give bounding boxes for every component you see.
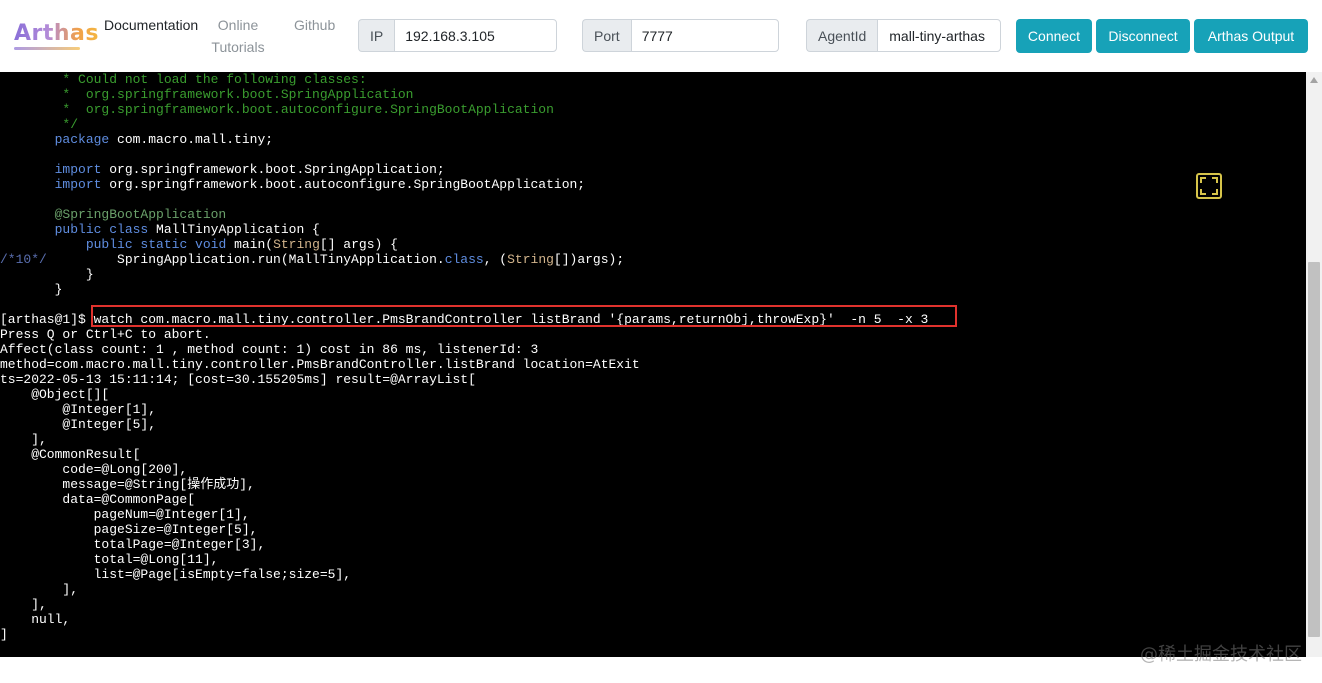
logo-underline — [14, 47, 80, 50]
source-token — [0, 177, 55, 192]
output-line: @Object[][ — [0, 387, 110, 402]
ip-field: IP 192.168.3.105 — [358, 19, 558, 52]
ip-label: IP — [358, 19, 395, 52]
port-input[interactable]: 7777 — [630, 19, 779, 52]
nav-github[interactable]: Github — [294, 14, 335, 36]
source-line: import org.springframework.boot.SpringAp… — [0, 162, 928, 177]
source-line: public class MallTinyApplication { — [0, 222, 928, 237]
source-token: * Could not load the following classes: — [0, 72, 367, 87]
source-line — [0, 192, 928, 207]
output-line: ], — [0, 597, 47, 612]
fullscreen-glyph — [1200, 177, 1218, 195]
shell-prompt: [arthas@1]$ — [0, 312, 94, 327]
output-line: @Integer[1], — [0, 402, 157, 417]
output-line: ], — [0, 582, 79, 597]
connect-button[interactable]: Connect — [1016, 19, 1092, 53]
output-line: message=@String[操作成功], — [0, 477, 255, 492]
source-token: com.macro.mall.tiny; — [109, 132, 274, 147]
source-line: package com.macro.mall.tiny; — [0, 132, 928, 147]
agentid-label: AgentId — [806, 19, 878, 52]
terminal-output: * Could not load the following classes: … — [0, 72, 928, 642]
source-line: * org.springframework.boot.autoconfigure… — [0, 102, 928, 117]
source-line: */ — [0, 117, 928, 132]
fullscreen-icon[interactable] — [1196, 173, 1222, 199]
output-line: method=com.macro.mall.tiny.controller.Pm… — [0, 357, 640, 372]
output-line: total=@Long[11], — [0, 552, 219, 567]
source-token: } — [0, 267, 94, 282]
output-line: Affect(class count: 1 , method count: 1)… — [0, 342, 539, 357]
source-token: /*10*/ — [0, 252, 47, 267]
source-token — [0, 132, 55, 147]
source-line: * org.springframework.boot.SpringApplica… — [0, 87, 928, 102]
source-token: class — [444, 252, 484, 267]
output-line: totalPage=@Integer[3], — [0, 537, 266, 552]
output-line: @CommonResult[ — [0, 447, 141, 462]
output-line: data=@CommonPage[ — [0, 492, 196, 507]
source-line: import org.springframework.boot.autoconf… — [0, 177, 928, 192]
scroll-up-arrow-icon[interactable] — [1306, 72, 1322, 88]
source-token: MallTinyApplication { — [148, 222, 320, 237]
output-line: code=@Long[200], — [0, 462, 188, 477]
source-line — [0, 147, 928, 162]
source-token: org.springframework.boot.SpringApplicati… — [101, 162, 445, 177]
output-line: ] — [0, 627, 8, 642]
output-line: Press Q or Ctrl+C to abort. — [0, 327, 211, 342]
source-line: /*10*/ SpringApplication.run(MallTinyApp… — [0, 252, 928, 267]
source-token: String — [273, 237, 320, 252]
source-line: public static void main(String[] args) { — [0, 237, 928, 252]
bottom-strip — [0, 657, 1322, 683]
source-token: [] args) { — [319, 237, 398, 252]
disconnect-button[interactable]: Disconnect — [1096, 19, 1190, 53]
source-line: @SpringBootApplication — [0, 207, 928, 222]
source-token: String — [507, 252, 554, 267]
agentid-input[interactable]: mall-tiny-arthas — [877, 19, 1002, 52]
source-token: public class — [54, 222, 149, 237]
arthas-output-button[interactable]: Arthas Output — [1194, 19, 1308, 53]
output-line: ts=2022-05-13 15:11:14; [cost=30.155205m… — [0, 372, 476, 387]
source-token: package — [54, 132, 110, 147]
output-line: pageNum=@Integer[1], — [0, 507, 250, 522]
source-line: } — [0, 267, 928, 282]
arthas-logo[interactable]: Arthas — [14, 21, 99, 46]
source-token: * org.springframework.boot.SpringApplica… — [0, 87, 414, 102]
output-line: ], — [0, 432, 47, 447]
source-token: */ — [0, 117, 79, 132]
source-token: import — [54, 162, 102, 177]
source-line: } — [0, 282, 928, 297]
command-highlight-box — [91, 305, 957, 327]
source-token — [0, 222, 55, 237]
output-line: pageSize=@Integer[5], — [0, 522, 258, 537]
port-field: Port 7777 — [582, 19, 779, 52]
port-label: Port — [582, 19, 631, 52]
terminal[interactable]: * Could not load the following classes: … — [0, 72, 1306, 657]
source-token: } — [0, 282, 63, 297]
source-token: [])args); — [553, 252, 625, 267]
source-token — [0, 207, 55, 222]
source-token — [0, 237, 86, 252]
output-line: @Integer[5], — [0, 417, 157, 432]
source-token: public static void — [85, 237, 227, 252]
nav-online-tutorials-line1: Online — [217, 17, 259, 33]
scrollbar-thumb[interactable] — [1308, 262, 1320, 637]
source-token: import — [54, 177, 102, 192]
source-token: , ( — [483, 252, 508, 267]
source-token — [0, 162, 55, 177]
agentid-field: AgentId mall-tiny-arthas — [806, 19, 1002, 52]
ip-input[interactable]: 192.168.3.105 — [394, 19, 558, 52]
nav-documentation[interactable]: Documentation — [104, 14, 198, 36]
watermark: @稀土掘金技术社区 — [1140, 644, 1302, 665]
output-line: null, — [0, 612, 71, 627]
source-token: * org.springframework.boot.autoconfigure… — [0, 102, 554, 117]
source-token: org.springframework.boot.autoconfigure.S… — [101, 177, 586, 192]
source-token: SpringApplication.run(MallTinyApplicatio… — [46, 252, 445, 267]
output-line: list=@Page[isEmpty=false;size=5], — [0, 567, 352, 582]
nav-online-tutorials[interactable]: Online Tutorials — [207, 14, 269, 58]
top-navbar: Arthas Documentation Online Tutorials Gi… — [0, 0, 1322, 72]
terminal-scrollbar[interactable] — [1306, 72, 1322, 657]
source-token: @SpringBootApplication — [54, 207, 227, 222]
source-token: main( — [226, 237, 274, 252]
nav-online-tutorials-line2: Tutorials — [211, 39, 265, 55]
source-line: * Could not load the following classes: — [0, 72, 928, 87]
